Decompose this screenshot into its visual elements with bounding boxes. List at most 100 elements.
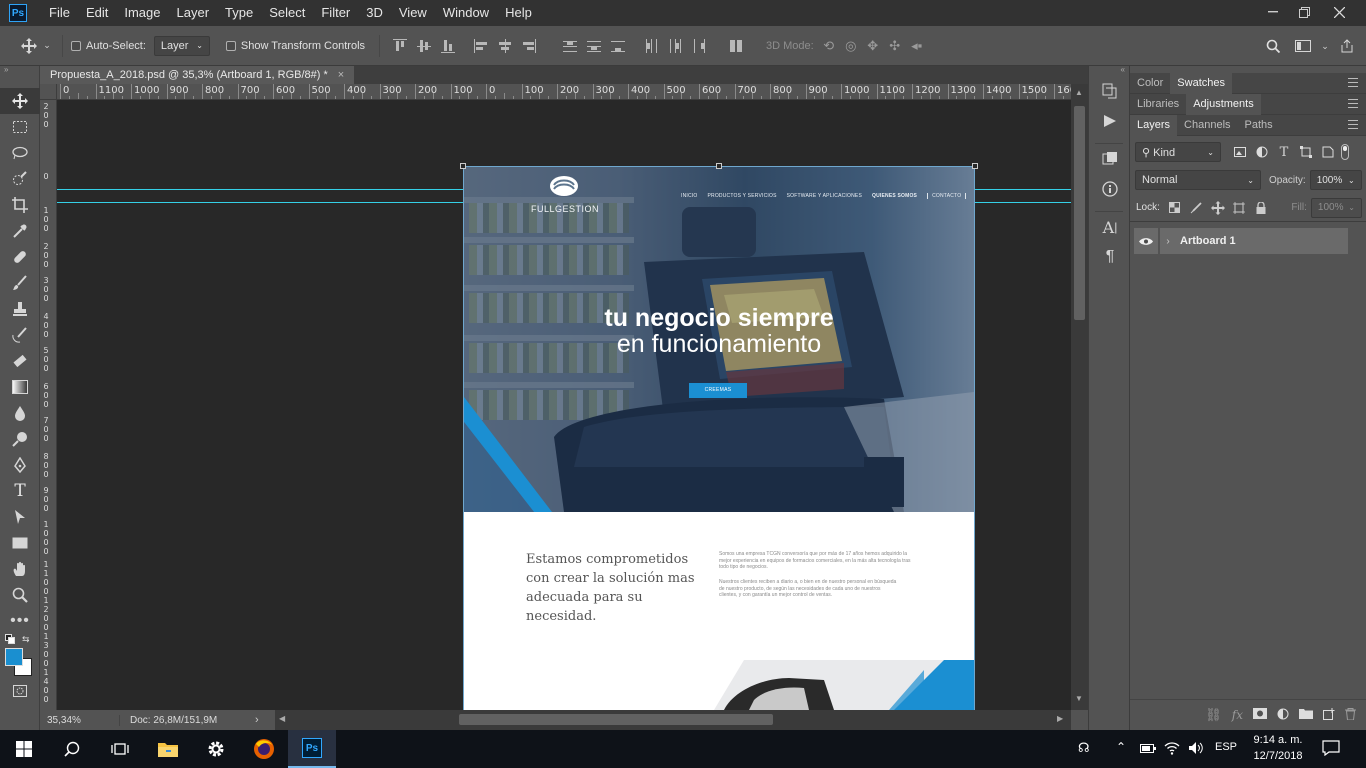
new-adjustment-icon[interactable] (1277, 708, 1289, 723)
site-nav-productos[interactable]: PRODUCTOS Y SERVICIOS (707, 193, 776, 199)
menu-image[interactable]: Image (116, 0, 168, 26)
scroll-right-icon[interactable]: ▶ (1057, 714, 1063, 723)
ruler-origin[interactable] (40, 84, 57, 100)
clone-stamp-tool-icon[interactable] (0, 296, 40, 322)
panel-menu-icon[interactable] (1348, 78, 1358, 87)
zoom-level[interactable]: 35,34% (40, 714, 120, 726)
distribute-right-icon[interactable] (692, 38, 706, 53)
dodge-tool-icon[interactable] (0, 426, 40, 452)
hand-tool-icon[interactable] (0, 556, 40, 582)
fx-icon[interactable]: fx (1232, 708, 1243, 722)
lock-transparent-icon[interactable] (1164, 197, 1185, 219)
collapse-dock-icon[interactable]: « (1089, 66, 1129, 76)
site-nav-software[interactable]: SOFTWARE Y APLICACIONES (787, 193, 862, 199)
scroll-up-icon[interactable]: ▲ (1075, 88, 1083, 97)
distribute-top-icon[interactable] (563, 39, 578, 53)
move-tool-icon[interactable] (0, 88, 40, 114)
layer-filter-dropdown[interactable]: ⚲ Kind ⌄ (1135, 142, 1221, 162)
site-nav-contacto[interactable]: CONTACTO (927, 193, 967, 199)
tab-layers[interactable]: Layers (1130, 114, 1178, 136)
share-icon[interactable] (1336, 35, 1358, 57)
crop-tool-icon[interactable] (0, 192, 40, 218)
align-bottom-icon[interactable] (441, 39, 456, 53)
new-layer-icon[interactable] (1323, 707, 1335, 723)
search-icon[interactable] (48, 730, 96, 768)
character-panel-icon[interactable]: A | (1089, 212, 1131, 242)
eyedropper-tool-icon[interactable] (0, 218, 40, 244)
foreground-color-swatch[interactable] (5, 648, 23, 666)
search-icon[interactable] (1262, 35, 1284, 57)
delete-layer-icon[interactable] (1345, 707, 1356, 723)
filter-shape-icon[interactable] (1295, 141, 1317, 163)
transform-handle[interactable] (972, 163, 978, 169)
pen-tool-icon[interactable] (0, 452, 40, 478)
wifi-icon[interactable] (1164, 741, 1180, 758)
menu-select[interactable]: Select (261, 0, 313, 26)
menu-type[interactable]: Type (217, 0, 261, 26)
filter-type-icon[interactable]: T (1273, 141, 1295, 163)
vertical-ruler[interactable]: 200 0 100 200 300 400 500 600 700 800 90… (40, 100, 57, 710)
auto-select-checkbox[interactable] (71, 40, 81, 51)
task-view-icon[interactable] (96, 730, 144, 768)
default-colors-icon[interactable] (5, 634, 15, 644)
align-top-icon[interactable] (393, 38, 408, 53)
close-tab-icon[interactable]: × (338, 69, 344, 81)
file-explorer-icon[interactable] (144, 730, 192, 768)
distribute-bottom-icon[interactable] (611, 39, 626, 53)
blur-tool-icon[interactable] (0, 400, 40, 426)
fill-input[interactable]: 100% ⌄ (1310, 197, 1362, 218)
path-selection-tool-icon[interactable] (0, 504, 40, 530)
rectangle-tool-icon[interactable] (0, 530, 40, 556)
site-nav-quienes[interactable]: QUIENES SOMOS (872, 193, 917, 199)
info-panel-icon[interactable] (1089, 174, 1131, 204)
healing-brush-tool-icon[interactable] (0, 244, 40, 270)
zoom-tool-icon[interactable] (0, 582, 40, 608)
align-vcenter-icon[interactable] (417, 39, 432, 53)
new-group-icon[interactable] (1299, 708, 1313, 722)
tab-paths[interactable]: Paths (1238, 115, 1280, 136)
people-icon[interactable]: ☊ (1078, 740, 1090, 756)
3d-panel-icon[interactable] (1089, 144, 1131, 174)
align-hcenter-icon[interactable] (498, 38, 512, 53)
marquee-tool-icon[interactable] (0, 114, 40, 140)
close-window-button[interactable] (1322, 0, 1356, 24)
history-panel-icon[interactable] (1089, 76, 1131, 106)
scroll-left-icon[interactable]: ◀ (279, 714, 285, 723)
menu-edit[interactable]: Edit (78, 0, 116, 26)
site-nav-inicio[interactable]: INICIO (681, 193, 697, 199)
lock-position-icon[interactable] (1207, 197, 1228, 219)
collapse-toolbox-icon[interactable]: » (0, 66, 39, 76)
panel-menu-icon[interactable] (1348, 99, 1358, 108)
auto-align-icon[interactable] (729, 39, 743, 53)
auto-select-target-dropdown[interactable]: Layer ⌄ (153, 35, 210, 56)
tab-color[interactable]: Color (1130, 73, 1170, 94)
input-language[interactable]: ESP (1215, 741, 1237, 753)
menu-file[interactable]: File (41, 0, 78, 26)
distribute-left-icon[interactable] (644, 38, 658, 53)
menu-layer[interactable]: Layer (169, 0, 218, 26)
menu-3d[interactable]: 3D (358, 0, 391, 26)
layer-name[interactable]: Artboard 1 (1180, 235, 1236, 247)
layer-row-artboard[interactable]: › Artboard 1 (1134, 228, 1348, 254)
lock-pixels-icon[interactable] (1185, 197, 1206, 219)
status-menu-chevron-icon[interactable]: › (255, 714, 259, 726)
menu-window[interactable]: Window (435, 0, 497, 26)
tab-swatches[interactable]: Swatches (1170, 72, 1232, 94)
volume-icon[interactable] (1188, 741, 1204, 758)
workspace-icon[interactable] (1292, 35, 1314, 57)
orbit-3d-icon[interactable]: ⟲ (818, 35, 840, 57)
scale-3d-icon[interactable]: ◂▪ (906, 35, 928, 57)
visibility-eye-icon[interactable] (1134, 237, 1158, 246)
opacity-input[interactable]: 100% ⌄ (1309, 170, 1362, 190)
eraser-tool-icon[interactable] (0, 348, 40, 374)
blend-mode-dropdown[interactable]: Normal ⌄ (1135, 170, 1261, 190)
artboard[interactable]: FULLGESTION INICIO PRODUCTOS Y SERVICIOS… (464, 167, 974, 710)
brush-tool-icon[interactable] (0, 270, 40, 296)
quick-selection-tool-icon[interactable] (0, 166, 40, 192)
type-tool-icon[interactable]: T (0, 478, 40, 504)
firefox-icon[interactable] (240, 730, 288, 768)
quick-mask-icon[interactable] (0, 680, 40, 702)
horizontal-scrollbar[interactable]: ◀ ▶ (275, 710, 1071, 730)
windows-start-icon[interactable] (0, 730, 48, 768)
minimize-button[interactable] (1256, 0, 1290, 24)
